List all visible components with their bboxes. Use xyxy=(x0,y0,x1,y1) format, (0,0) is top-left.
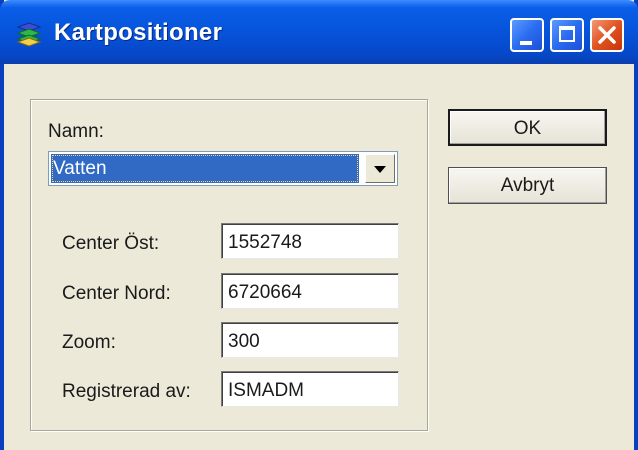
window-title: Kartpositioner xyxy=(54,19,223,46)
center-east-label: Center Öst: xyxy=(62,233,160,254)
registered-by-field[interactable] xyxy=(221,371,399,407)
close-icon xyxy=(598,26,616,44)
zoom-label: Zoom: xyxy=(62,332,116,353)
title-bar[interactable]: Kartpositioner xyxy=(0,0,638,64)
dropdown-button[interactable] xyxy=(365,154,395,183)
center-east-field[interactable] xyxy=(221,223,399,259)
name-dropdown[interactable]: Vatten xyxy=(48,151,398,186)
minimize-button[interactable] xyxy=(510,18,544,52)
name-label: Namn: xyxy=(48,121,104,142)
minimize-icon xyxy=(520,41,532,45)
ok-button[interactable]: OK xyxy=(448,109,607,146)
chevron-down-icon xyxy=(374,166,386,173)
zoom-field[interactable] xyxy=(221,322,399,358)
maximize-button[interactable] xyxy=(550,18,584,52)
cancel-button[interactable]: Avbryt xyxy=(448,167,607,204)
center-north-label: Center Nord: xyxy=(62,283,171,304)
name-dropdown-value: Vatten xyxy=(51,154,359,183)
maximize-icon xyxy=(559,26,575,42)
app-layers-icon xyxy=(16,22,42,47)
registered-by-label: Registrerad av: xyxy=(62,381,191,402)
close-button[interactable] xyxy=(590,18,624,52)
center-north-field[interactable] xyxy=(221,273,399,309)
